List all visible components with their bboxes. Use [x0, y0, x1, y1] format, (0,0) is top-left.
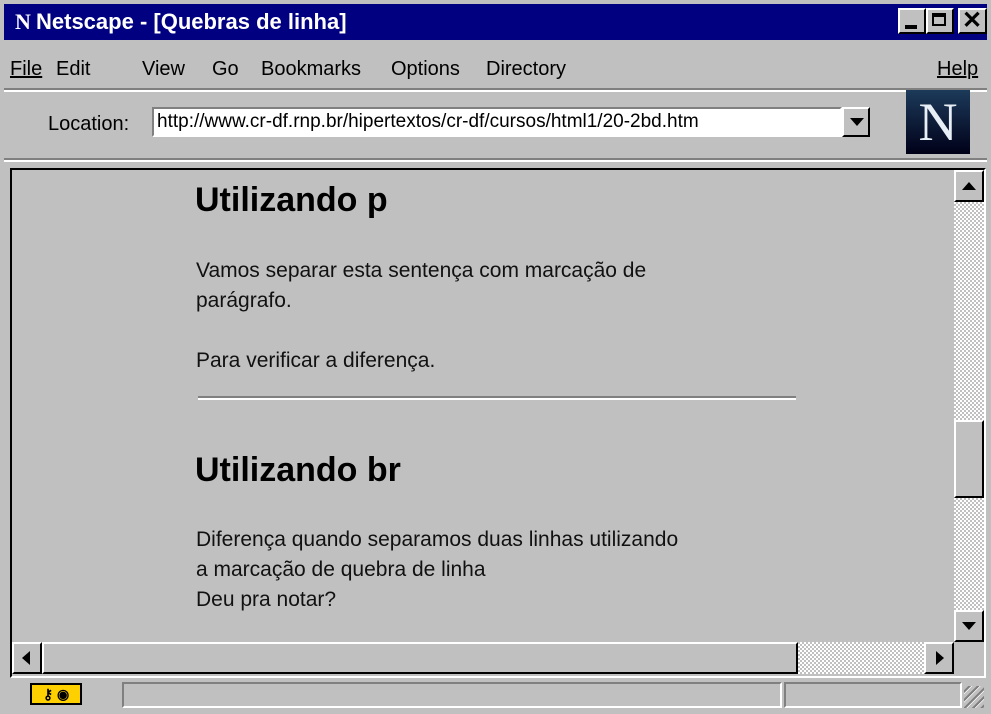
location-dropdown-button[interactable] [842, 107, 870, 137]
arrow-right-icon [936, 651, 944, 665]
chevron-down-icon [850, 118, 864, 126]
arrow-down-icon [962, 622, 976, 630]
menu-file[interactable]: File [10, 56, 42, 82]
status-progress [784, 682, 962, 708]
heading-utilizando-p: Utilizando p [195, 181, 388, 219]
horizontal-scrollbar[interactable] [12, 642, 954, 674]
content-frame: Utilizando p Vamos separar esta sentença… [10, 168, 986, 678]
scrollbar-corner [954, 642, 984, 674]
title-bar: N Netscape - [Quebras de linha] ✕ [4, 4, 987, 40]
menu-help-label: Help [937, 58, 979, 80]
menu-bar: File Edit View Go Bookmarks Options Dire… [4, 52, 987, 86]
arrow-up-icon [962, 182, 976, 190]
menu-file-label: File [10, 58, 43, 80]
vertical-scroll-thumb[interactable] [954, 420, 984, 498]
minimize-icon [905, 25, 917, 29]
paragraph-line: Diferença quando separamos duas linhas u… [196, 528, 679, 551]
netscape-app-icon[interactable]: N [10, 10, 36, 34]
horizontal-rule [198, 396, 796, 400]
resize-grip-icon[interactable] [964, 686, 984, 708]
page-content: Utilizando p Vamos separar esta sentença… [12, 170, 954, 642]
menu-go-label: Go [212, 58, 239, 80]
paragraph-line: Vamos separar esta sentença com marcação… [196, 259, 647, 282]
status-message [122, 682, 782, 708]
close-button[interactable]: ✕ [958, 8, 987, 34]
menu-options[interactable]: Options [391, 56, 460, 82]
horizontal-scroll-thumb[interactable] [42, 642, 798, 674]
menu-directory[interactable]: Directory [486, 56, 566, 82]
arrow-left-icon [22, 651, 30, 665]
menu-go[interactable]: Go [212, 56, 239, 82]
menu-options-label: Options [391, 58, 460, 80]
paragraph-line: Para verificar a diferença. [196, 349, 436, 372]
paragraph-line: parágrafo. [196, 289, 292, 312]
menu-view[interactable]: View [142, 56, 185, 82]
menu-view-label: View [142, 58, 185, 80]
menu-edit-label: Edit [56, 58, 91, 80]
paragraph-line: a marcação de quebra de linha [196, 558, 486, 581]
paragraph-line: Deu pra notar? [196, 588, 337, 611]
menu-bookmarks[interactable]: Bookmarks [261, 56, 361, 82]
maximize-icon [932, 13, 946, 26]
menu-bookmarks-label: Bookmarks [261, 58, 362, 80]
heading-utilizando-br: Utilizando br [195, 451, 401, 489]
key-icon[interactable]: ⚷ ◉ [30, 683, 82, 705]
location-bar: Location: http://www.cr-df.rnp.br/hipert… [4, 90, 987, 154]
vertical-scrollbar[interactable] [954, 170, 984, 642]
toolbar-separator [4, 158, 987, 162]
netscape-logo[interactable]: N [906, 90, 970, 154]
close-icon: ✕ [962, 7, 983, 34]
maximize-button[interactable] [926, 8, 954, 34]
window-title: Netscape - [Quebras de linha] [36, 9, 347, 34]
location-label: Location: [48, 113, 130, 135]
scroll-up-button[interactable] [954, 170, 984, 202]
status-bar: ⚷ ◉ [4, 680, 987, 710]
scroll-left-button[interactable] [12, 642, 42, 674]
menu-help[interactable]: Help [937, 56, 978, 82]
browser-window: N Netscape - [Quebras de linha] ✕ File E… [0, 0, 991, 714]
scroll-down-button[interactable] [954, 610, 984, 642]
scroll-right-button[interactable] [924, 642, 954, 674]
minimize-button[interactable] [898, 8, 926, 34]
menu-edit[interactable]: Edit [56, 56, 90, 82]
location-url-input[interactable]: http://www.cr-df.rnp.br/hipertextos/cr-d… [152, 107, 842, 137]
menu-directory-label: Directory [486, 58, 567, 80]
